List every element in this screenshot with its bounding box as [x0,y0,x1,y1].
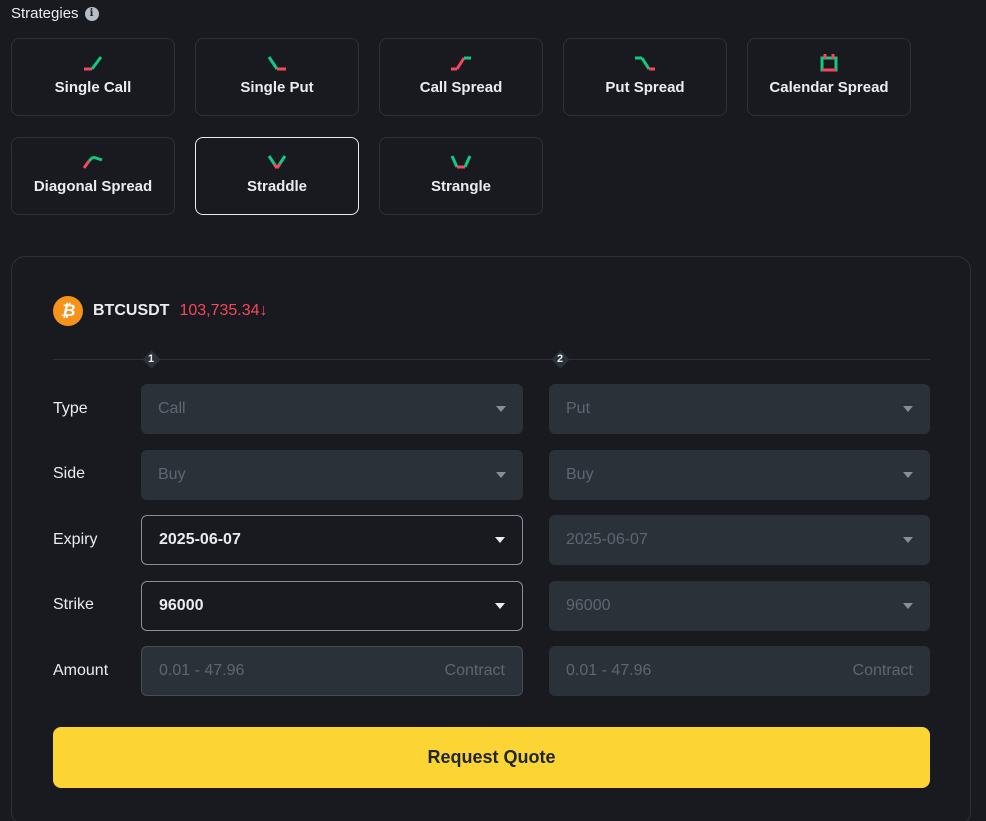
leg-number: 1 [147,353,155,365]
select-value: 2025-06-07 [566,531,648,548]
select-value: Call [158,400,186,417]
amount-placeholder: 0.01 - 47.96 [566,662,652,679]
strategy-straddle[interactable]: Straddle [195,137,359,215]
leg1-side-select[interactable]: Buy [141,450,523,500]
price-value: 103,735.34 [179,302,260,319]
strategy-put-spread[interactable]: Put Spread [563,38,727,116]
leg2-amount-input[interactable]: 0.01 - 47.96 Contract [549,646,930,696]
strategy-label: Strangle [430,178,491,195]
strategy-label: Straddle [246,178,307,195]
leg2-side-select[interactable]: Buy [549,450,930,500]
single-call-icon [84,56,103,71]
pair-price: 103,735.34↓ [179,302,267,320]
caret-down-icon [903,537,913,543]
diagonal-spread-icon [82,155,103,169]
leg-number: 2 [556,353,564,365]
single-put-icon [267,56,286,71]
caret-down-icon [495,537,505,543]
strike-label: Strike [53,596,94,613]
straddle-icon [267,155,287,169]
caret-down-icon [496,406,506,412]
arrow-down-icon: ↓ [259,302,268,319]
caret-down-icon [903,406,913,412]
calendar-spread-icon [820,54,838,72]
caret-down-icon [903,603,913,609]
caret-down-icon [495,603,505,609]
leg-badge-1: 1 [141,349,161,369]
leg-badge-2: 2 [550,349,570,369]
amount-unit: Contract [852,662,913,679]
call-spread-icon [451,56,471,71]
amount-label: Amount [53,662,109,679]
leg2-expiry-select[interactable]: 2025-06-07 [549,515,930,565]
strategy-calendar-spread[interactable]: Calendar Spread [747,38,911,116]
strategy-single-call[interactable]: Single Call [11,38,175,116]
amount-placeholder: 0.01 - 47.96 [159,662,245,679]
caret-down-icon [496,472,506,478]
select-value: Buy [566,466,594,483]
info-icon[interactable]: i [84,6,99,21]
side-label: Side [53,465,86,482]
strategy-label: Diagonal Spread [33,178,153,195]
strategies-title: Strategies [11,5,79,22]
strategy-diagonal-spread[interactable]: Diagonal Spread [11,137,175,215]
bitcoin-icon: ₿ [53,296,83,326]
pair-symbol: BTCUSDT [93,302,170,319]
leg-divider [53,359,930,360]
leg1-amount-input[interactable]: 0.01 - 47.96 Contract [141,646,523,696]
pair-header: ₿ BTCUSDT 103,735.34↓ [53,296,268,326]
leg1-type-select[interactable]: Call [141,384,523,434]
strategy-label: Single Put [240,79,314,96]
put-spread-icon [635,56,655,71]
caret-down-icon [903,472,913,478]
strategy-label: Calendar Spread [769,79,889,96]
strategy-label: Single Call [54,79,132,96]
leg1-expiry-select[interactable]: 2025-06-07 [141,515,523,565]
select-value: Buy [158,466,186,483]
select-value: Put [566,400,591,417]
strategy-single-put[interactable]: Single Put [195,38,359,116]
strangle-icon [450,155,472,169]
select-value: 96000 [159,597,204,614]
strategies-header: Strategies i [11,5,99,22]
select-value: 96000 [566,597,611,614]
expiry-label: Expiry [53,531,98,548]
leg1-strike-select[interactable]: 96000 [141,581,523,631]
amount-unit: Contract [444,662,505,679]
strategy-label: Put Spread [605,79,685,96]
leg2-type-select[interactable]: Put [549,384,930,434]
type-label: Type [53,400,88,417]
select-value: 2025-06-07 [159,531,241,548]
strategy-strangle[interactable]: Strangle [379,137,543,215]
request-quote-button[interactable]: Request Quote [53,727,930,788]
strategy-call-spread[interactable]: Call Spread [379,38,543,116]
leg2-strike-select[interactable]: 96000 [549,581,930,631]
strategy-label: Call Spread [419,79,503,96]
